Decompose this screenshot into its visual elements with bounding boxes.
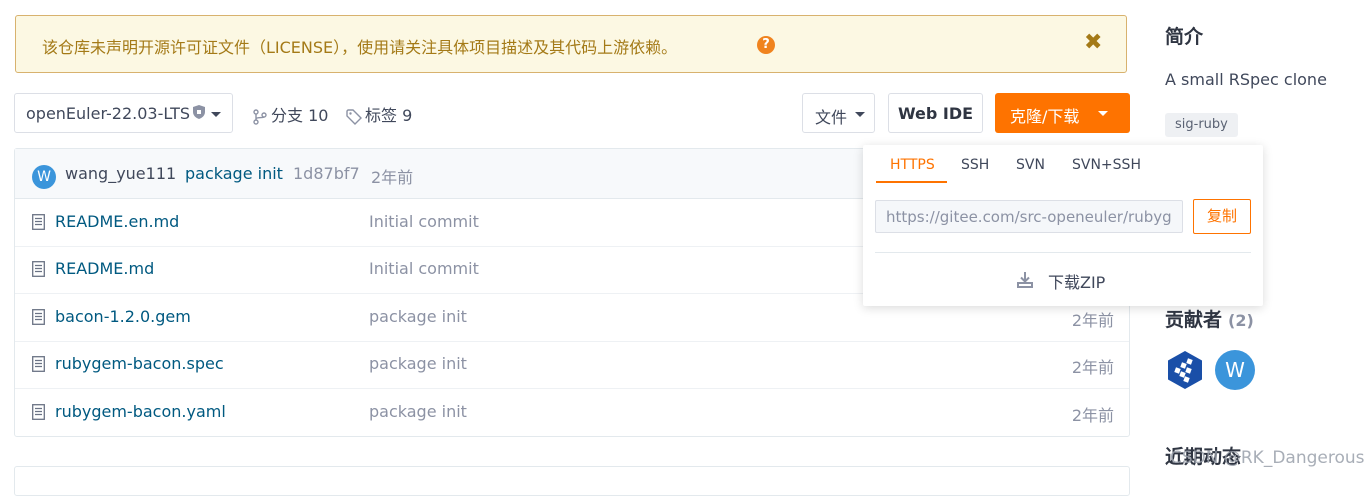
tags-link[interactable]: 标签 9 [346,102,412,126]
file-commit-message[interactable]: package init [369,354,467,373]
clone-download-button[interactable]: 克隆/下载 [995,93,1130,133]
branches-link[interactable]: 分支 10 [252,102,328,126]
avatar[interactable]: W [32,165,56,189]
contributor-avatar[interactable]: W [1215,350,1255,390]
files-label: 文件 [815,108,848,127]
shield-icon [193,105,205,119]
copy-button[interactable]: 复制 [1193,199,1251,234]
file-time: 2年前 [1071,358,1114,377]
license-warning-text: 该仓库未声明开源许可证文件（LICENSE），使用请关注具体项目描述及其代码上游… [42,38,678,57]
topic-tag[interactable]: sig-ruby [1165,113,1238,137]
file-name[interactable]: README.md [55,259,154,278]
file-commit-message[interactable]: Initial commit [369,259,479,278]
watermark: CSDN @RK_Dangerous [1170,448,1365,468]
license-warning-banner: 该仓库未声明开源许可证文件（LICENSE），使用请关注具体项目描述及其代码上游… [15,15,1127,73]
contributors-title: 贡献者 (2) [1165,305,1254,332]
intro-title: 简介 [1165,26,1204,48]
commit-hash[interactable]: 1d87bf7 [293,164,360,183]
divider [875,252,1251,253]
file-icon [32,356,45,372]
readme-panel [14,466,1130,496]
branches-count: 分支 10 [271,106,329,125]
web-ide-button[interactable]: Web IDE [888,93,983,133]
clone-download-label: 克隆/下载 [1010,107,1080,126]
contributors-count: (2) [1228,311,1254,330]
commit-author[interactable]: wang_yue111 [65,164,176,183]
file-icon [32,309,45,325]
tag-icon [346,108,362,125]
clone-url-input[interactable] [875,200,1183,233]
file-name[interactable]: rubygem-bacon.spec [55,354,224,373]
repo-description: A small RSpec clone [1165,70,1327,89]
file-name[interactable]: README.en.md [55,212,179,231]
branch-icon [253,108,267,125]
table-row: rubygem-bacon.yaml package init 2年前 [15,389,1129,436]
branch-name: openEuler-22.03-LTS [26,104,191,123]
files-dropdown-button[interactable]: 文件 [802,93,875,133]
tab-svn-ssh[interactable]: SVN+SSH [1072,157,1141,173]
chevron-down-icon [855,112,865,117]
file-commit-message[interactable]: package init [369,307,467,326]
contributor-avatar-logo[interactable] [1165,350,1205,390]
clone-dropdown-panel: HTTPS SSH SVN SVN+SSH 复制 下载ZIP [863,145,1263,306]
branch-selector[interactable]: openEuler-22.03-LTS [14,93,233,133]
file-time: 2年前 [1071,311,1114,330]
contributors-label: 贡献者 [1165,309,1223,331]
help-icon[interactable]: ? [757,36,775,54]
tab-https[interactable]: HTTPS [890,157,935,173]
file-icon [32,214,45,230]
commit-time: 2年前 [371,168,414,187]
tab-svn[interactable]: SVN [1016,157,1045,173]
file-commit-message[interactable]: Initial commit [369,212,479,231]
commit-message[interactable]: package init [185,164,283,183]
download-icon [1017,272,1033,288]
web-ide-label: Web IDE [897,104,974,123]
file-icon [32,261,45,277]
chevron-down-icon [1098,111,1108,116]
file-icon [32,404,45,420]
close-icon[interactable]: ✖ [1084,30,1102,55]
file-name[interactable]: bacon-1.2.0.gem [55,307,191,326]
tab-ssh[interactable]: SSH [961,157,989,173]
download-zip-link[interactable]: 下载ZIP [1048,269,1105,293]
table-row: rubygem-bacon.spec package init 2年前 [15,341,1129,389]
chevron-down-icon [211,112,221,117]
file-commit-message[interactable]: package init [369,402,467,421]
tags-count: 标签 9 [365,106,413,125]
file-time: 2年前 [1071,406,1114,425]
file-name[interactable]: rubygem-bacon.yaml [55,402,226,421]
active-tab-indicator [876,181,947,183]
